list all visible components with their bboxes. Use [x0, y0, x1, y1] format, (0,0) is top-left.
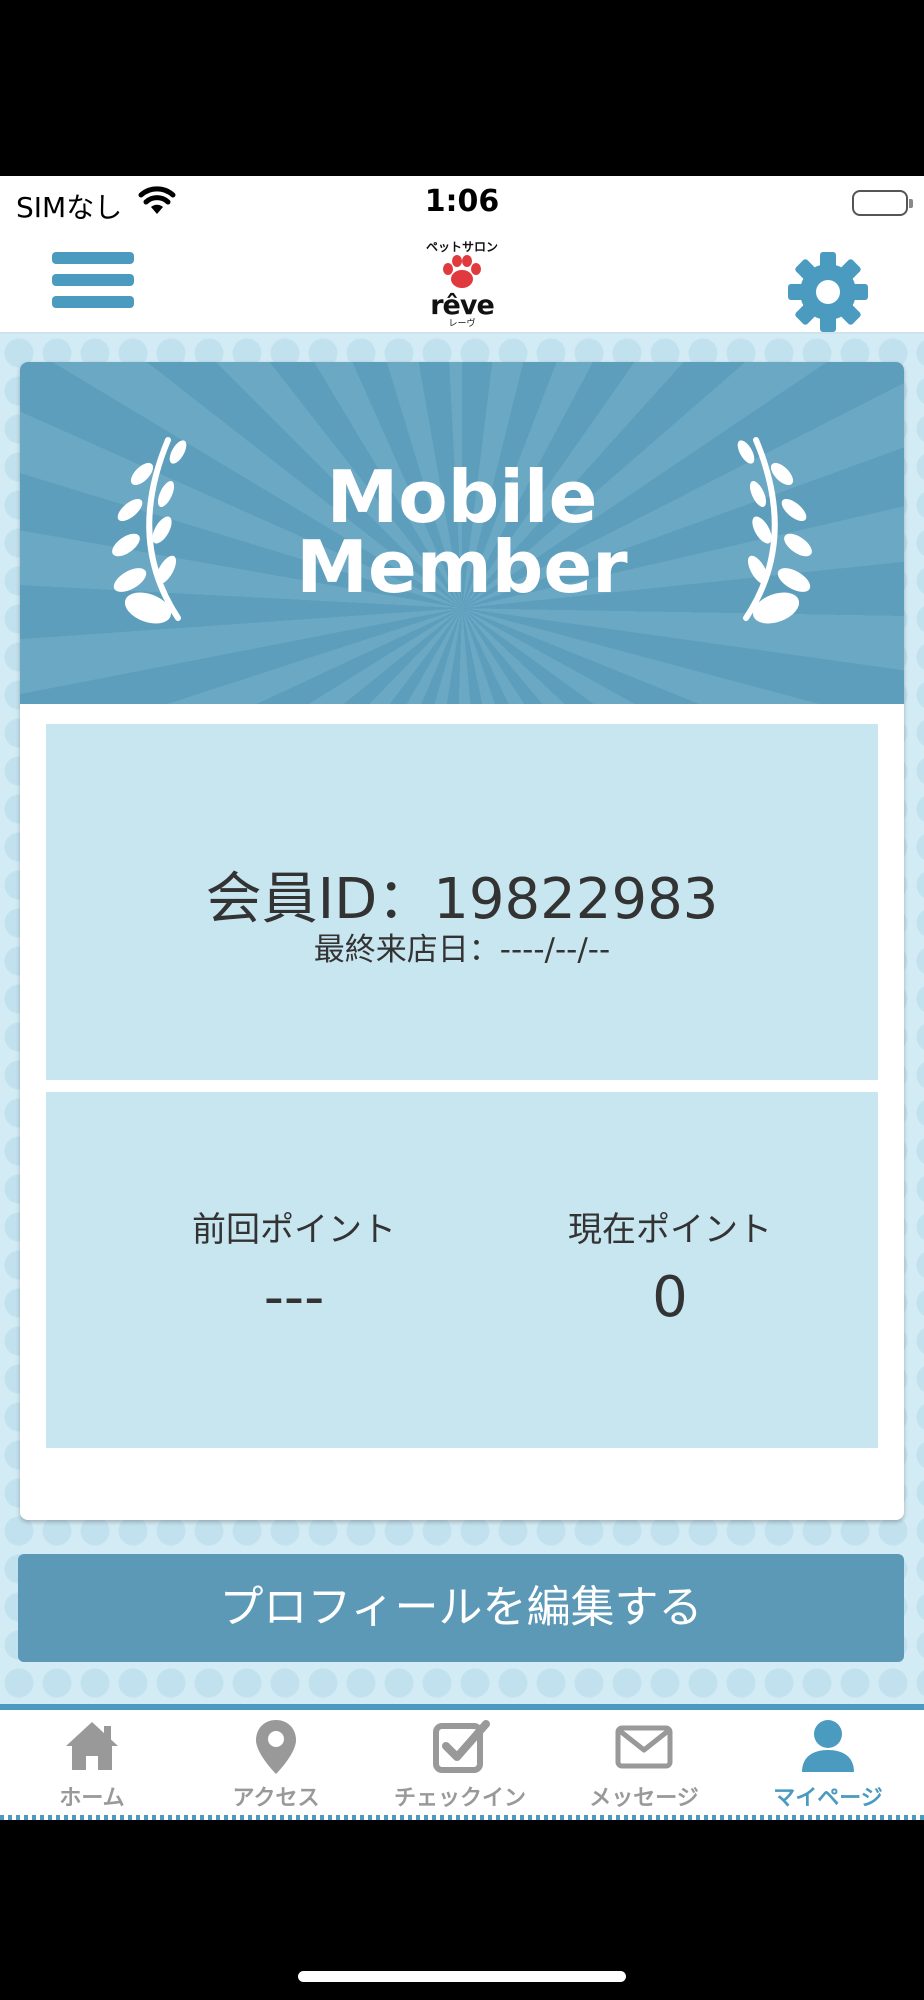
home-icon — [62, 1716, 122, 1776]
brand-logo: ペットサロン rêve レーヴ — [412, 234, 512, 330]
app-header: ペットサロン rêve レーヴ — [0, 230, 924, 334]
tab-checkin-label: チェックイン — [393, 1786, 526, 1811]
member-card: Mobile Member 会員ID：19822983 最終来店日：----/-… — [20, 362, 904, 1520]
envelope-icon — [614, 1716, 674, 1776]
tab-checkin[interactable]: チェックイン — [368, 1710, 552, 1820]
tab-bar: ホーム アクセス チェックイン メッセージ マイページ — [0, 1704, 924, 1820]
tab-message-label: メッセージ — [589, 1786, 699, 1811]
tab-home[interactable]: ホーム — [0, 1710, 184, 1820]
previous-points-value: --- — [263, 1265, 325, 1330]
previous-points-label: 前回ポイント — [192, 1210, 396, 1250]
member-id: 会員ID：19822983 — [205, 867, 719, 932]
hamburger-menu-icon[interactable] — [52, 252, 134, 322]
edit-profile-button[interactable]: プロフィールを編集する — [18, 1554, 904, 1662]
status-bar: SIMなし 1:06 — [0, 176, 924, 230]
clock: 1:06 — [424, 184, 500, 219]
settings-gear-icon[interactable] — [786, 250, 870, 334]
current-points-label: 現在ポイント — [568, 1210, 772, 1250]
tab-mypage[interactable]: マイページ — [736, 1710, 920, 1820]
tab-mypage-label: マイページ — [773, 1786, 883, 1811]
battery-icon — [852, 190, 913, 216]
tab-access[interactable]: アクセス — [184, 1710, 368, 1820]
tab-access-label: アクセス — [232, 1786, 320, 1811]
previous-points: 前回ポイント --- — [144, 1202, 444, 1330]
app-screen: SIMなし 1:06 ペットサロン rêve レーヴ Mobile Member… — [0, 176, 924, 1820]
logo-sub-text: レーヴ — [448, 319, 476, 329]
tab-message[interactable]: メッセージ — [552, 1710, 736, 1820]
laurel-right-icon — [716, 430, 816, 634]
logo-main-text: rêve — [430, 290, 495, 321]
tab-home-label: ホーム — [59, 1786, 125, 1811]
main-content: Mobile Member 会員ID：19822983 最終来店日：----/-… — [0, 334, 924, 1704]
top-letterbox — [0, 0, 924, 176]
user-icon — [798, 1716, 858, 1776]
last-visit-date: 最終来店日：----/--/-- — [313, 932, 611, 968]
member-id-panel: 会員ID：19822983 最終来店日：----/--/-- — [46, 724, 878, 1080]
home-indicator[interactable] — [298, 1971, 626, 1982]
current-points-value: 0 — [652, 1265, 688, 1330]
current-points: 現在ポイント 0 — [520, 1202, 820, 1330]
points-panel: 前回ポイント --- 現在ポイント 0 — [46, 1092, 878, 1448]
paw-icon — [443, 255, 481, 288]
map-pin-icon — [246, 1716, 306, 1776]
logo-top-text: ペットサロン — [425, 240, 498, 254]
checkbox-icon — [430, 1716, 490, 1776]
member-banner: Mobile Member — [20, 362, 904, 704]
